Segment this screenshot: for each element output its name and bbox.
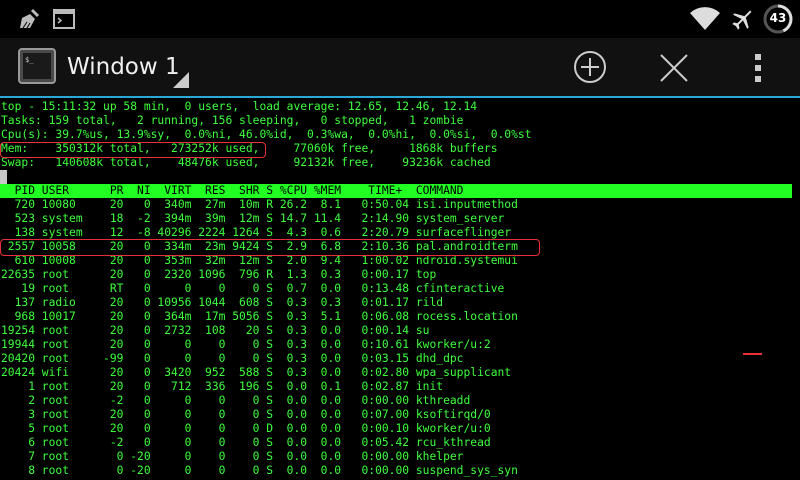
airplane-icon <box>730 6 756 32</box>
process-row: 610 10008 20 0 353m 32m 12m S 2.0 9.4 1:… <box>1 254 518 267</box>
process-row: 22635 root 20 0 2320 1096 796 R 1.3 0.3 … <box>1 268 437 281</box>
overflow-menu-button[interactable] <box>728 38 788 96</box>
process-row: 7 root 0 -20 0 0 0 S 0.0 0.0 0:00.00 khe… <box>1 450 464 463</box>
battery-level: 43 <box>769 11 787 25</box>
process-row: 5 root 20 0 0 0 0 D 0.0 0.0 0:00.10 kwor… <box>1 422 491 435</box>
process-row: 138 system 12 -8 40296 2224 1264 S 4.3 0… <box>1 226 512 239</box>
top-summary-line: top - 15:11:32 up 58 min, 0 users, load … <box>1 100 478 113</box>
process-row: 2 root -2 0 0 0 0 S 0.0 0.0 0:00.00 kthr… <box>1 394 471 407</box>
terminal-output[interactable]: top - 15:11:32 up 58 min, 0 users, load … <box>0 100 800 480</box>
add-window-button[interactable] <box>560 38 620 96</box>
process-row: 720 10080 20 0 340m 27m 10m R 26.2 8.1 0… <box>1 198 518 211</box>
androidterm-row-highlight <box>0 239 540 256</box>
column-header-line: PID USER PR NI VIRT RES SHR S %CPU %MEM … <box>1 184 464 197</box>
wifi-icon <box>689 7 721 31</box>
action-bar: $_ Window 1 <box>0 38 800 98</box>
process-row: 137 radio 20 0 10956 1044 608 S 0.3 0.3 … <box>1 296 444 309</box>
process-row: 19944 root 20 0 0 0 0 S 0.3 0.0 0:10.61 … <box>1 338 491 351</box>
process-row: 19254 root 20 0 2732 108 20 S 0.3 0.0 0:… <box>1 324 430 337</box>
terminal-icon <box>53 9 75 29</box>
status-bar: 43 <box>0 0 800 38</box>
process-row: 523 system 18 -2 394m 39m 12m S 14.7 11.… <box>1 212 505 225</box>
process-row: 1 root 20 0 712 336 196 S 0.0 0.1 0:02.8… <box>1 380 444 393</box>
close-window-button[interactable] <box>644 38 704 96</box>
swap-summary-line: Swap: 140608k total, 48476k used, 92132k… <box>1 156 491 169</box>
process-row: 3 root 20 0 0 0 0 S 0.0 0.0 0:07.00 ksof… <box>1 408 491 421</box>
process-row: 19 root RT 0 0 0 0 S 0.7 0.0 0:13.48 cfi… <box>1 282 505 295</box>
tasks-summary-line: Tasks: 159 total, 2 running, 156 sleepin… <box>1 114 464 127</box>
terminal-cursor <box>0 170 7 184</box>
process-row: 968 10017 20 0 364m 17m 5056 S 0.3 5.1 0… <box>1 310 518 323</box>
cpu-summary-line: Cpu(s): 39.7%us, 13.9%sy, 0.0%ni, 46.0%i… <box>1 128 532 141</box>
window-dropdown-indicator-icon[interactable] <box>173 72 189 88</box>
svg-text:$_: $_ <box>25 56 34 64</box>
red-dash-mark <box>743 353 762 355</box>
overflow-menu-icon <box>754 53 762 83</box>
process-row: 6 root -2 0 0 0 0 S 0.0 0.0 0:05.42 rcu_… <box>1 436 491 449</box>
process-row: 20420 root -99 0 0 0 0 S 0.3 0.0 0:03.15… <box>1 352 464 365</box>
process-row: 20424 wifi 20 0 3420 952 588 S 0.3 0.0 0… <box>1 366 512 379</box>
window-title[interactable]: Window 1 <box>67 54 180 80</box>
process-row: 8 root 0 -20 0 0 0 S 0.0 0.0 0:00.00 sus… <box>1 464 518 477</box>
close-window-icon <box>659 53 689 83</box>
terminal-app-icon[interactable]: $_ <box>18 48 56 84</box>
mem-usage-highlight <box>0 142 266 158</box>
broom-icon <box>18 8 42 30</box>
add-window-icon <box>573 50 607 84</box>
